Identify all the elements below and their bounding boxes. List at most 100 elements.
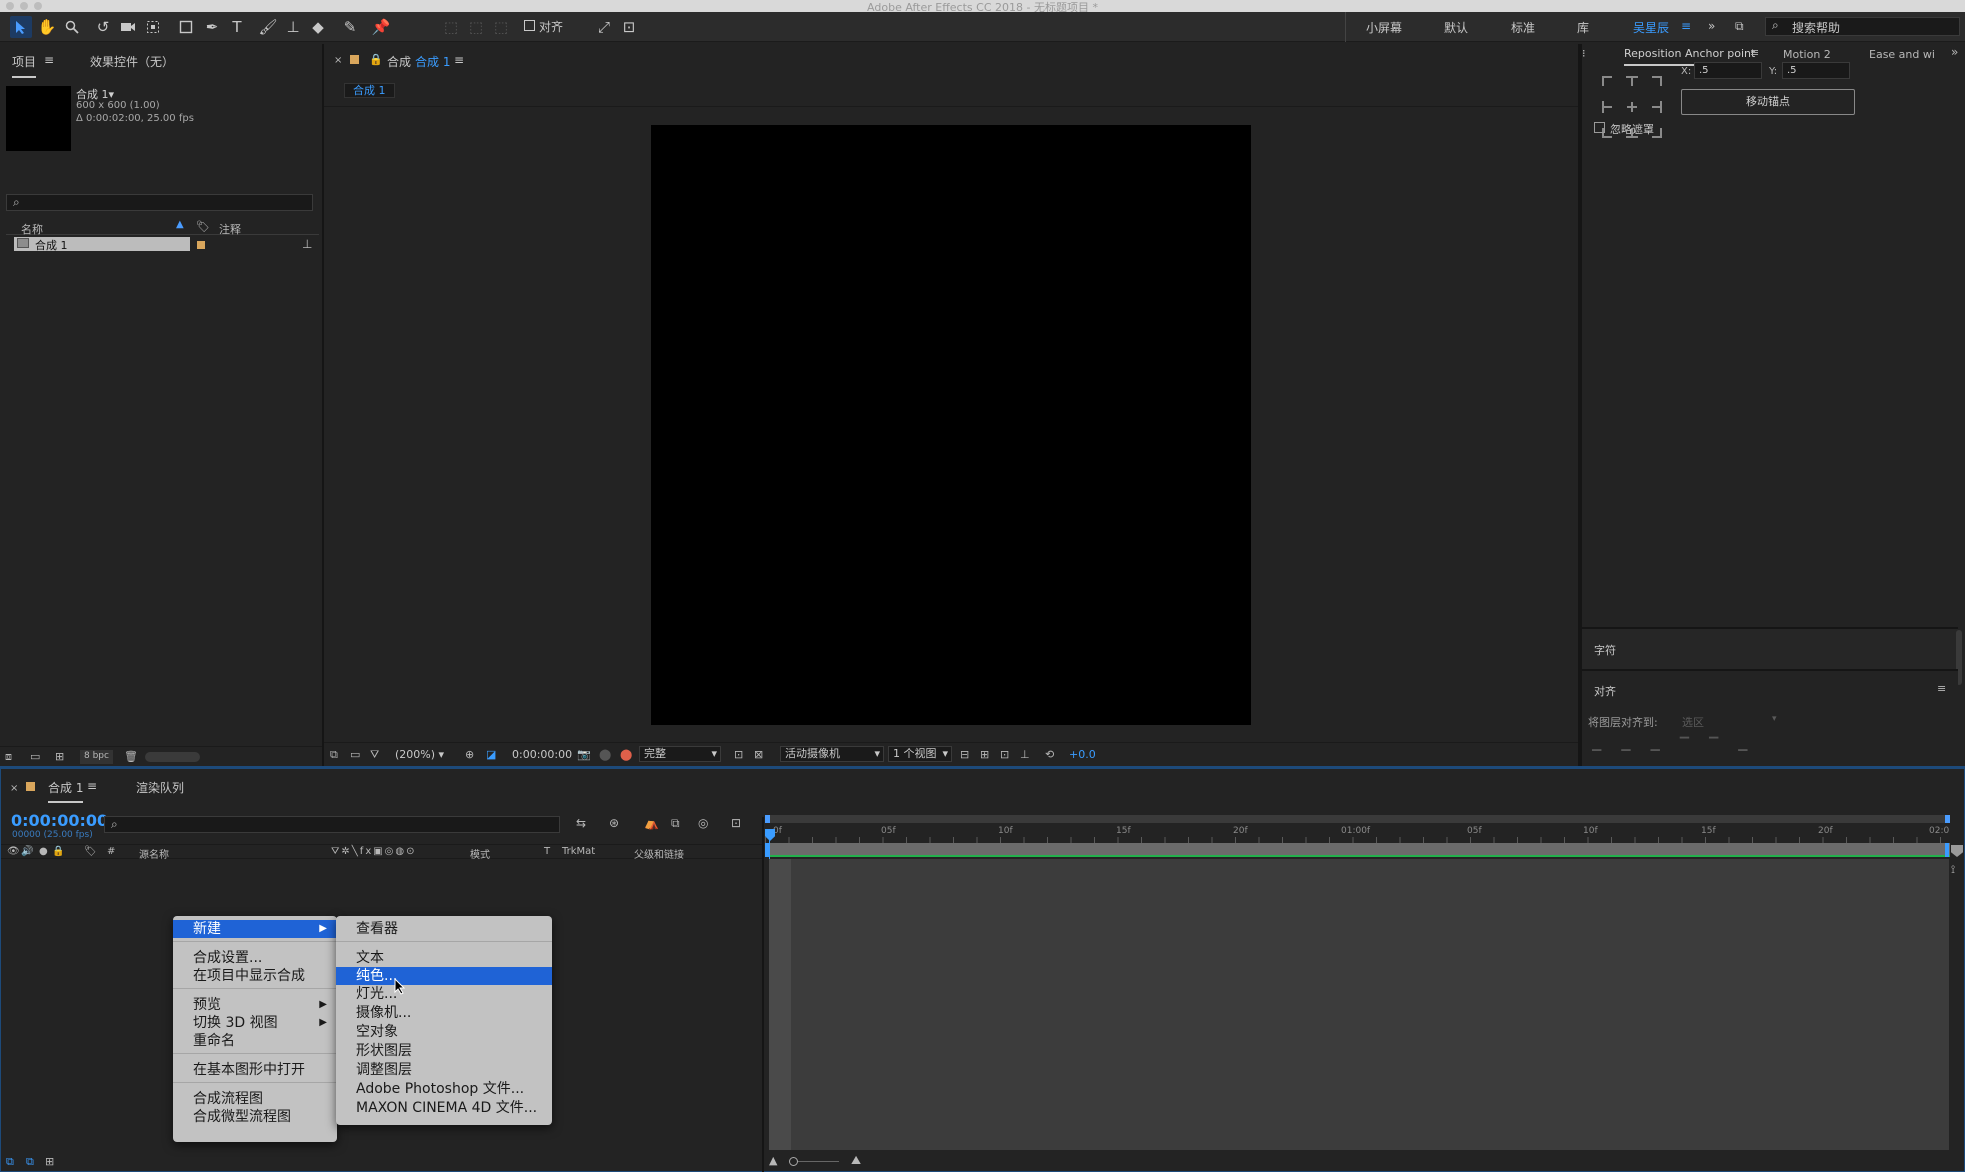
- puppet-tool-icon[interactable]: 📌: [370, 16, 392, 38]
- layer-track-area[interactable]: [791, 859, 1949, 1150]
- submenu-item-viewer[interactable]: 查看器: [336, 920, 552, 938]
- label-tag-icon[interactable]: 🏷: [84, 846, 97, 857]
- clone-stamp-tool-icon[interactable]: ⊥: [282, 16, 304, 38]
- pen-tool-icon[interactable]: ✒: [201, 16, 223, 38]
- fast-previews-icon[interactable]: ⊞: [980, 748, 989, 761]
- always-preview-icon[interactable]: ⧉: [330, 748, 338, 762]
- col-t[interactable]: T: [544, 846, 550, 857]
- col-mode[interactable]: 模式: [470, 846, 490, 861]
- bit-depth-button[interactable]: 8 bpc: [80, 750, 113, 764]
- menu-item-open-in-essential-graphics[interactable]: 在基本图形中打开: [173, 1061, 337, 1079]
- zoom-in-icon[interactable]: ⛰: [851, 1153, 861, 1168]
- move-anchor-button[interactable]: 移动锚点: [1681, 89, 1855, 115]
- pan-behind-tool-icon[interactable]: [142, 16, 164, 38]
- rotate-tool-icon[interactable]: ↺: [92, 16, 114, 38]
- work-area-bar[interactable]: [765, 843, 1950, 855]
- submenu-item-null-object[interactable]: 空对象: [336, 1023, 552, 1041]
- tab-motion[interactable]: Motion 2: [1783, 48, 1831, 61]
- menu-item-new[interactable]: 新建 ▶: [173, 920, 337, 938]
- channel-icon[interactable]: ⬤: [620, 748, 632, 761]
- region-of-interest-icon[interactable]: ⊡: [734, 748, 743, 761]
- menu-item-comp-settings[interactable]: 合成设置...: [173, 949, 337, 967]
- ignore-mask-checkbox[interactable]: [1594, 122, 1605, 133]
- tab-overflow-icon[interactable]: ⁝: [1582, 47, 1586, 60]
- views-select[interactable]: 1 个视图 ▾: [888, 746, 952, 762]
- align-vcenter-icon[interactable]: ▔: [1709, 737, 1738, 751]
- audio-toggle-icon[interactable]: 🔊: [21, 846, 33, 857]
- menu-item-comp-mini-flowchart[interactable]: 合成微型流程图: [173, 1108, 337, 1126]
- y-input[interactable]: .5: [1782, 62, 1850, 79]
- delete-icon[interactable]: 🗑: [124, 750, 138, 763]
- motion-blur-icon[interactable]: ◎: [698, 816, 708, 830]
- timeline-zoom-slider[interactable]: [791, 1161, 839, 1162]
- col-number[interactable]: #: [107, 846, 115, 857]
- tab-project[interactable]: 项目: [12, 53, 37, 78]
- frame-blending-icon[interactable]: ⧉: [671, 816, 680, 831]
- align-left-icon[interactable]: ▁: [1592, 737, 1621, 751]
- comp-end-marker[interactable]: [1951, 845, 1963, 857]
- menu-item-rename[interactable]: 重命名: [173, 1032, 337, 1050]
- new-folder-icon[interactable]: ▭: [30, 750, 40, 763]
- tab-render-queue[interactable]: 渲染队列: [136, 779, 184, 796]
- toggle-pixel-aspect-icon[interactable]: ⊟: [960, 748, 969, 761]
- zoom-select[interactable]: (200%) ▾: [395, 748, 444, 761]
- work-area-end-handle[interactable]: [1945, 843, 1949, 857]
- switches-icons[interactable]: ⛛✲╲fx▣◎◍⊙: [331, 846, 417, 857]
- workspace-standard[interactable]: 标准: [1511, 19, 1535, 36]
- submenu-item-cinema4d-file[interactable]: MAXON CINEMA 4D 文件...: [336, 1099, 552, 1117]
- workspace-library[interactable]: 库: [1577, 19, 1589, 36]
- new-composition-icon[interactable]: ⊞: [55, 750, 64, 763]
- project-search-input[interactable]: ⌕: [6, 194, 313, 211]
- composition-canvas[interactable]: [651, 125, 1251, 725]
- brush-tool-icon[interactable]: 🖌: [257, 16, 279, 38]
- time-navigator[interactable]: [765, 815, 1950, 823]
- label-tag-icon[interactable]: 🏷: [196, 220, 210, 233]
- flowchart-icon[interactable]: ⊥: [1020, 748, 1030, 761]
- align-panel-menu-icon[interactable]: ≡: [1937, 682, 1946, 695]
- menu-item-reveal-in-project[interactable]: 在项目中显示合成: [173, 967, 337, 985]
- project-panel-menu-icon[interactable]: ≡: [44, 53, 54, 67]
- show-snapshot-icon[interactable]: ⬤: [599, 748, 611, 761]
- submenu-item-shape-layer[interactable]: 形状图层: [336, 1042, 552, 1060]
- workspace-menu-icon[interactable]: ≡: [1681, 19, 1691, 33]
- in-out-stretch-icon[interactable]: ⊞: [45, 1155, 54, 1168]
- resolution-select[interactable]: 完整 ▾: [639, 746, 721, 762]
- reset-exposure-icon[interactable]: ⟲: [1045, 748, 1054, 761]
- more-workspaces-icon[interactable]: »: [1708, 19, 1715, 33]
- snap-options-icon[interactable]: ⊡: [618, 16, 640, 38]
- submenu-item-camera[interactable]: 摄像机...: [336, 1004, 552, 1022]
- comp-breadcrumb[interactable]: 合成 1: [344, 83, 395, 98]
- close-tab-icon[interactable]: ×: [10, 783, 18, 794]
- lock-icon[interactable]: 🔒: [52, 846, 64, 857]
- character-panel-title[interactable]: 字符: [1594, 642, 1616, 658]
- align-top-icon[interactable]: ▔: [1680, 737, 1709, 751]
- workspace-default[interactable]: 默认: [1444, 19, 1468, 36]
- col-name[interactable]: 名称: [21, 221, 43, 237]
- selection-tool-icon[interactable]: [10, 16, 32, 38]
- marker-bin-icon[interactable]: ⟟: [1951, 863, 1955, 877]
- timeline-divider[interactable]: [762, 817, 764, 1172]
- tab-effect-controls[interactable]: 效果控件（无）: [90, 53, 174, 70]
- camera-tool-icon[interactable]: [117, 16, 139, 38]
- menu-item-preview[interactable]: 预览 ▶: [173, 996, 337, 1014]
- more-tabs-icon[interactable]: »: [1951, 45, 1958, 59]
- col-comment[interactable]: 注释: [219, 221, 241, 237]
- video-toggle-icon[interactable]: 👁: [7, 846, 20, 857]
- exposure-value[interactable]: +0.0: [1069, 748, 1096, 761]
- thumbnail-slider[interactable]: [145, 752, 200, 762]
- col-parent[interactable]: 父级和链接: [634, 846, 684, 861]
- submenu-item-adjustment-layer[interactable]: 调整图层: [336, 1061, 552, 1079]
- snap-icon[interactable]: ⤢: [593, 16, 615, 38]
- monitor-icon[interactable]: ▭: [350, 748, 360, 761]
- zoom-tool-icon[interactable]: [61, 16, 83, 38]
- eraser-tool-icon[interactable]: ◆: [307, 16, 329, 38]
- align-checkbox[interactable]: [524, 20, 535, 31]
- transparency-grid-icon[interactable]: ◪: [486, 748, 496, 761]
- roto-brush-tool-icon[interactable]: ✎: [339, 16, 361, 38]
- submenu-item-photoshop-file[interactable]: Adobe Photoshop 文件...: [336, 1080, 552, 1098]
- camera-select[interactable]: 活动摄像机 ▾: [780, 746, 884, 762]
- submenu-item-text[interactable]: 文本: [336, 949, 552, 967]
- mask-visibility-icon[interactable]: ⛛: [370, 748, 379, 762]
- anchor-panel-menu-icon[interactable]: ≡: [1750, 46, 1759, 59]
- hand-tool-icon[interactable]: ✋: [36, 16, 58, 38]
